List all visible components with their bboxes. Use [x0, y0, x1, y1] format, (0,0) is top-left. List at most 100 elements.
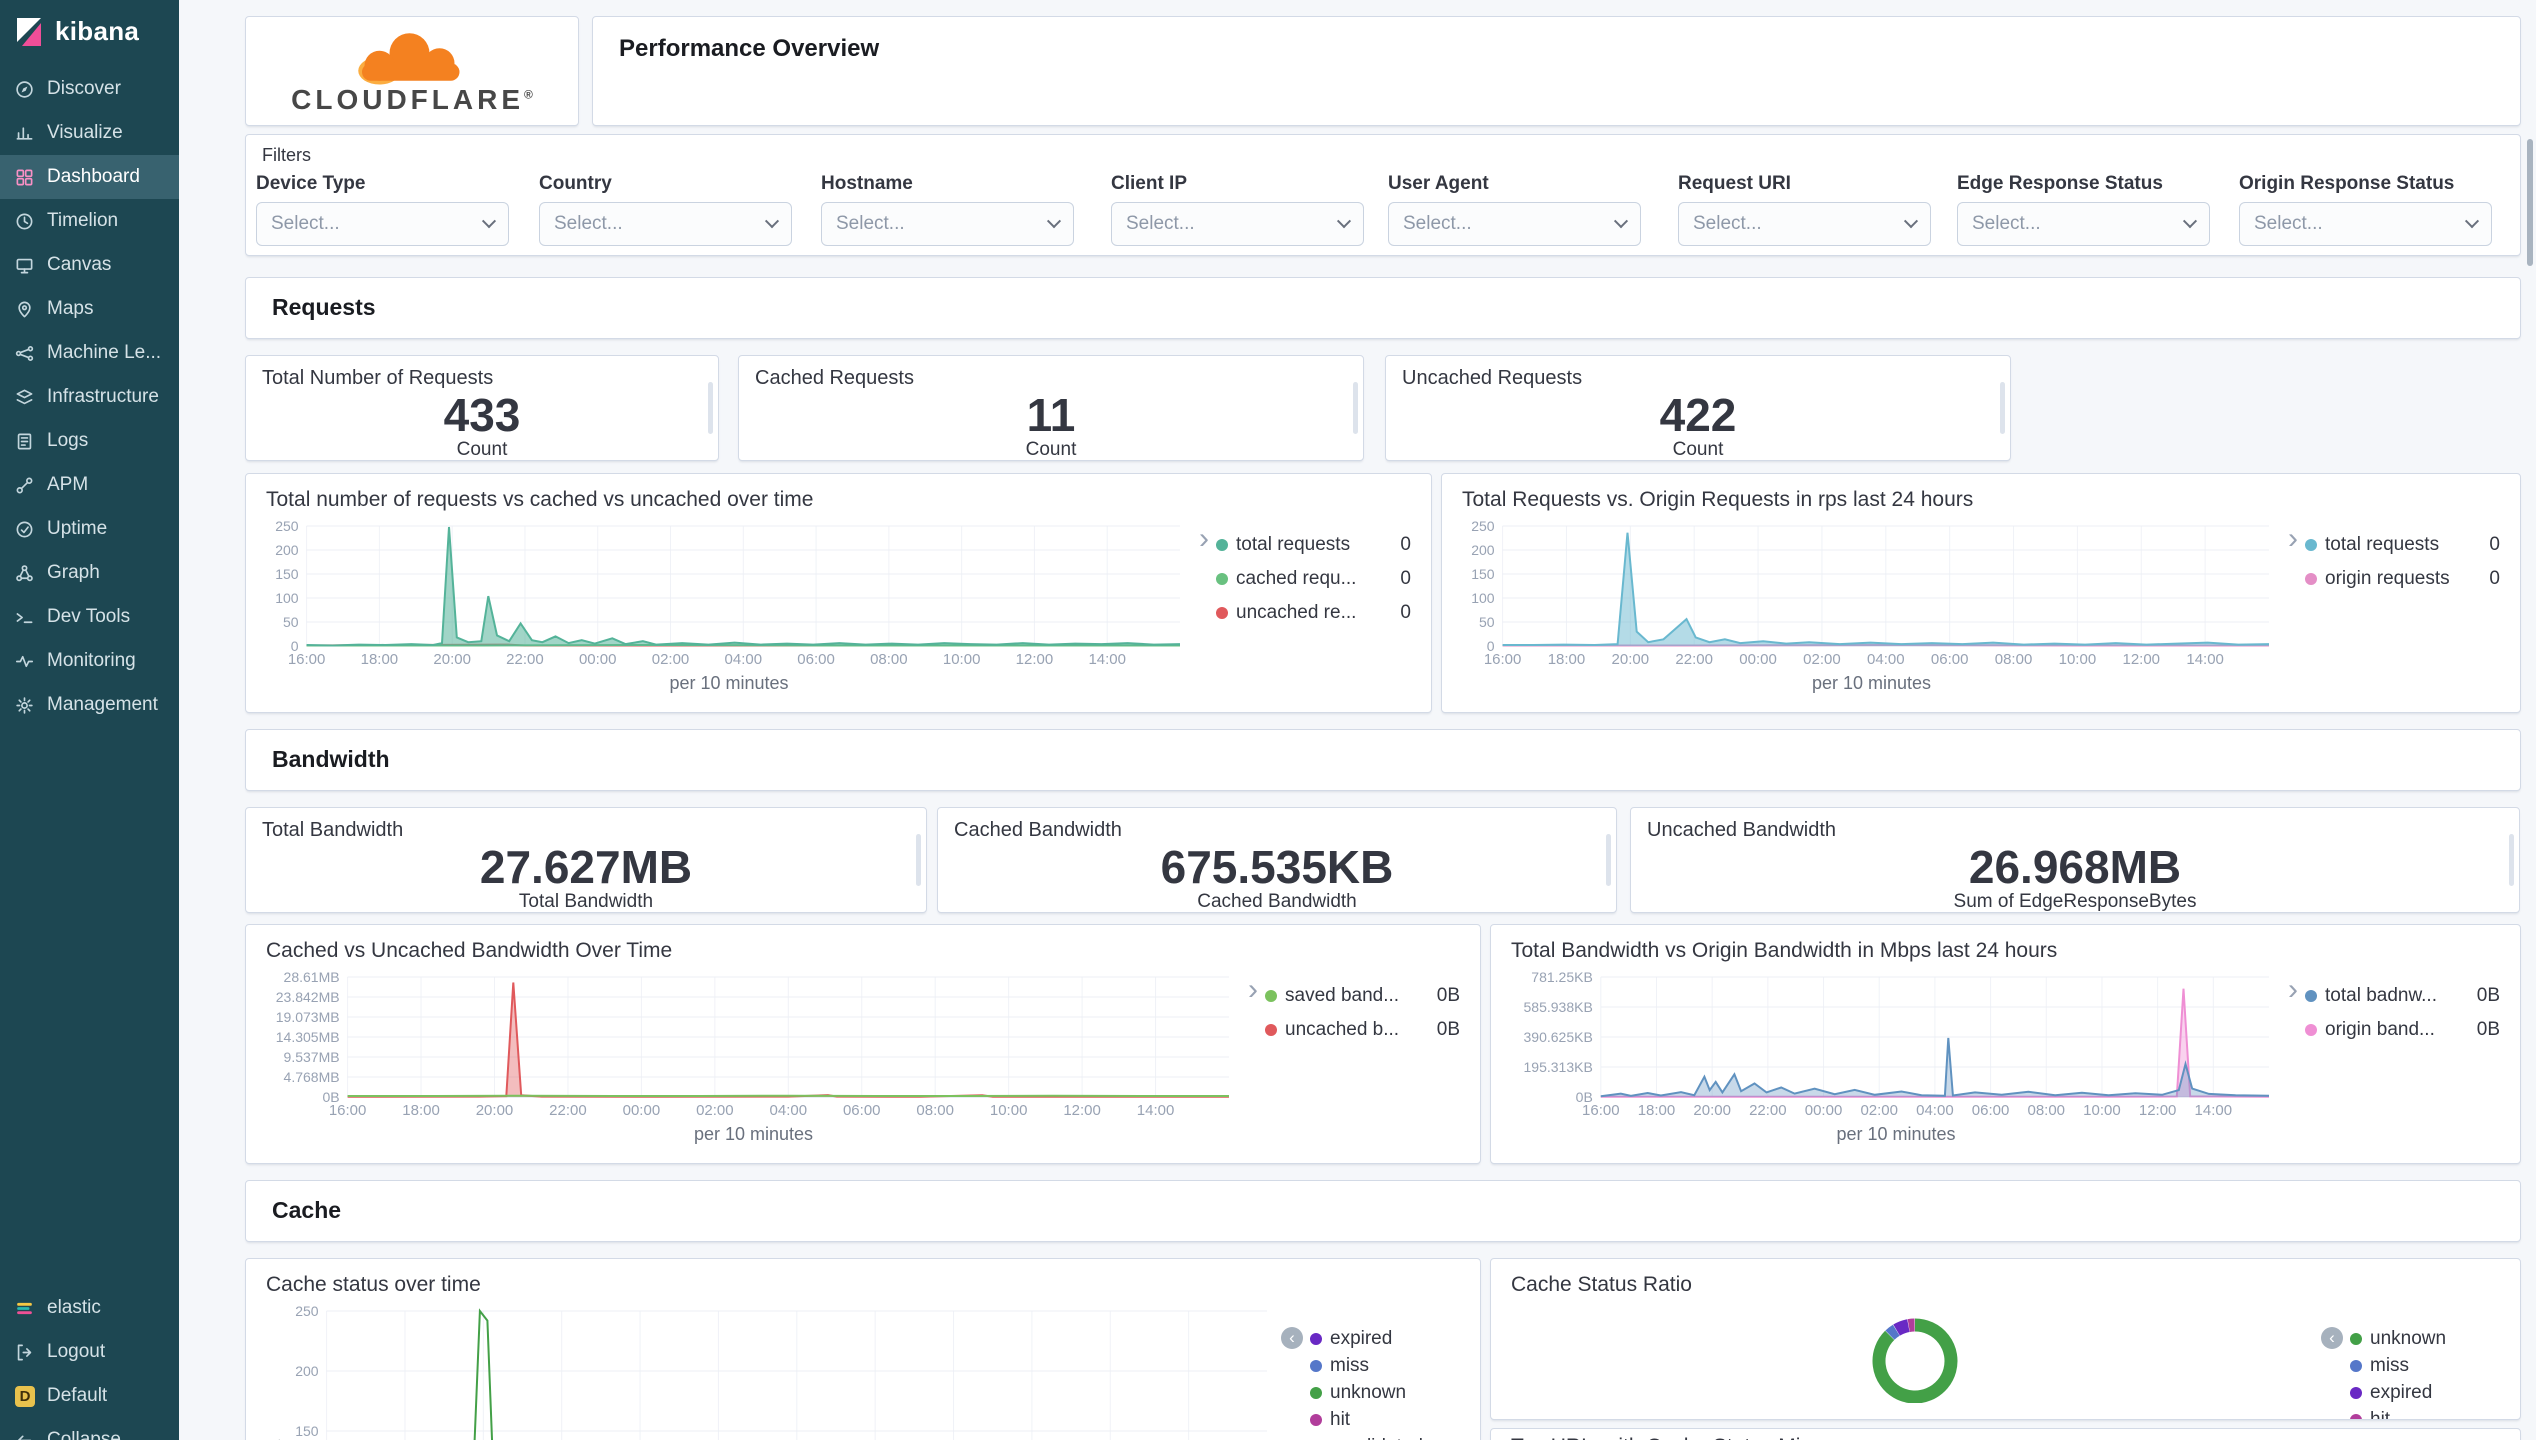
svg-text:0B: 0B	[1576, 1089, 1593, 1105]
legend-label: origin requests	[2325, 568, 2450, 589]
legend-dot	[2305, 1024, 2317, 1036]
chevron-down-icon	[764, 214, 780, 229]
legend-item[interactable]: cached requ... 0	[1216, 562, 1411, 596]
filter-select[interactable]: Select...	[1111, 202, 1364, 246]
filter-placeholder: Select...	[2254, 213, 2323, 234]
sidebar-item-elastic[interactable]: elastic	[0, 1286, 179, 1330]
svg-text:04:00: 04:00	[1867, 651, 1905, 668]
svg-text:0B: 0B	[322, 1089, 339, 1105]
sidebar-item-discover[interactable]: Discover	[0, 67, 179, 111]
sidebar-item-monitoring[interactable]: Monitoring	[0, 639, 179, 683]
filter-select[interactable]: Select...	[256, 202, 509, 246]
legend-item[interactable]: origin band... 0B	[2305, 1013, 2500, 1047]
svg-text:10:00: 10:00	[2083, 1102, 2121, 1119]
legend-toggle[interactable]: ‹	[2321, 1327, 2343, 1349]
legend-item[interactable]: saved band... 0B	[1265, 979, 1460, 1013]
legend-value: 0B	[1436, 1019, 1460, 1040]
x-axis-label: per 10 minutes	[693, 1124, 814, 1144]
svg-text:04:00: 04:00	[1916, 1102, 1954, 1119]
legend-item[interactable]: expired	[1310, 1325, 1460, 1352]
svg-text:20:00: 20:00	[476, 1102, 514, 1119]
legend-toggle[interactable]: ›	[1241, 975, 1265, 1005]
legend-item[interactable]: uncached re... 0	[1216, 596, 1411, 630]
legend-item[interactable]: total requests 0	[1216, 528, 1411, 562]
sidebar-item-management[interactable]: Management	[0, 683, 179, 727]
sidebar-item-logout[interactable]: Logout	[0, 1330, 179, 1374]
svg-text:50: 50	[283, 614, 299, 630]
legend-toggle[interactable]: ›	[2281, 524, 2305, 554]
legend-dot	[2350, 1386, 2362, 1399]
legend-toggle[interactable]: ›	[1192, 524, 1216, 554]
legend-item[interactable]: hit	[1310, 1406, 1460, 1433]
filter-select[interactable]: Select...	[1678, 202, 1931, 246]
sidebar-item-dashboard[interactable]: Dashboard	[0, 155, 179, 199]
legend-dot	[1310, 1413, 1322, 1426]
filter-edge-response-status: Edge Response Status Select...	[1957, 173, 2210, 246]
svg-text:14:00: 14:00	[2186, 651, 2224, 668]
legend-item[interactable]: miss	[2350, 1352, 2500, 1379]
svg-text:12:00: 12:00	[1063, 1102, 1101, 1119]
legend-item[interactable]: hit	[2350, 1406, 2500, 1419]
legend-item[interactable]: origin requests 0	[2305, 562, 2500, 596]
sidebar-item-default[interactable]: D Default	[0, 1374, 179, 1418]
metric-title: Uncached Requests	[1402, 367, 1583, 389]
donut-chart	[1872, 1318, 1958, 1403]
legend-dot	[1216, 573, 1228, 585]
filter-select[interactable]: Select...	[2239, 202, 2492, 246]
scrollbar[interactable]	[2527, 139, 2533, 266]
logout-icon	[15, 1343, 35, 1362]
legend-item[interactable]: miss	[1310, 1352, 1460, 1379]
svg-text:08:00: 08:00	[2027, 1102, 2065, 1119]
sidebar-item-timelion[interactable]: Timelion	[0, 199, 179, 243]
metric-total-bandwidth: Total Bandwidth 27.627MB Total Bandwidth	[245, 807, 927, 913]
sidebar-item-collapse[interactable]: Collapse	[0, 1418, 179, 1440]
filter-select[interactable]: Select...	[821, 202, 1074, 246]
svg-text:22:00: 22:00	[506, 651, 544, 668]
sidebar-item-label: Default	[47, 1385, 108, 1406]
svg-text:18:00: 18:00	[361, 651, 399, 668]
sidebar-item-logs[interactable]: Logs	[0, 419, 179, 463]
legend-toggle[interactable]: ‹	[1281, 1327, 1303, 1349]
filter-select[interactable]: Select...	[1957, 202, 2210, 246]
sidebar-item-dev-tools[interactable]: Dev Tools	[0, 595, 179, 639]
svg-text:08:00: 08:00	[1995, 651, 2033, 668]
legend-item[interactable]: unknown	[2350, 1325, 2500, 1352]
chart-canvas: 16:0018:0020:0022:0000:0002:0004:0006:00…	[1471, 518, 2270, 668]
filter-select[interactable]: Select...	[539, 202, 792, 246]
panel-scrollbar	[708, 382, 713, 434]
svg-text:12:00: 12:00	[2122, 651, 2160, 668]
chart-canvas: 16:0018:0020:0022:0000:0002:0004:0006:00…	[275, 518, 1181, 668]
svg-text:585.938KB: 585.938KB	[1524, 999, 1593, 1015]
legend-item[interactable]: total badnw... 0B	[2305, 979, 2500, 1013]
sidebar-item-infrastructure[interactable]: Infrastructure	[0, 375, 179, 419]
chevron-down-icon	[1613, 214, 1629, 229]
sidebar-item-maps[interactable]: Maps	[0, 287, 179, 331]
sidebar-item-uptime[interactable]: Uptime	[0, 507, 179, 551]
svg-text:06:00: 06:00	[843, 1102, 881, 1119]
kibana-logo[interactable]: kibana	[0, 0, 179, 67]
svg-text:0: 0	[1487, 638, 1495, 654]
legend-item[interactable]: expired	[2350, 1379, 2500, 1406]
legend-item[interactable]: unknown	[1310, 1379, 1460, 1406]
svg-text:150: 150	[295, 1423, 319, 1439]
sidebar-item-canvas[interactable]: Canvas	[0, 243, 179, 287]
sidebar-item-graph[interactable]: Graph	[0, 551, 179, 595]
legend-item[interactable]: revalidated	[1310, 1433, 1460, 1440]
filter-select[interactable]: Select...	[1388, 202, 1641, 246]
sidebar-item-visualize[interactable]: Visualize	[0, 111, 179, 155]
legend-value: 0	[2489, 534, 2500, 555]
legend-item[interactable]: total requests 0	[2305, 528, 2500, 562]
sidebar-item-label: Machine Le...	[47, 342, 162, 363]
sidebar-item-machine-le[interactable]: Machine Le...	[0, 331, 179, 375]
svg-text:14:00: 14:00	[1137, 1102, 1175, 1119]
sidebar-item-label: Management	[47, 694, 158, 715]
section-requests-header: Requests	[245, 277, 2521, 339]
chart-title: Cache status over time	[266, 1273, 481, 1296]
machine-learning-icon	[15, 344, 35, 363]
svg-text:18:00: 18:00	[402, 1102, 440, 1119]
chart-title: Top URIs with Cache Status Miss	[1511, 1435, 2500, 1440]
sidebar-item-apm[interactable]: APM	[0, 463, 179, 507]
legend-toggle[interactable]: ›	[2281, 975, 2305, 1005]
legend-item[interactable]: uncached b... 0B	[1265, 1013, 1460, 1047]
svg-text:200: 200	[275, 542, 299, 558]
